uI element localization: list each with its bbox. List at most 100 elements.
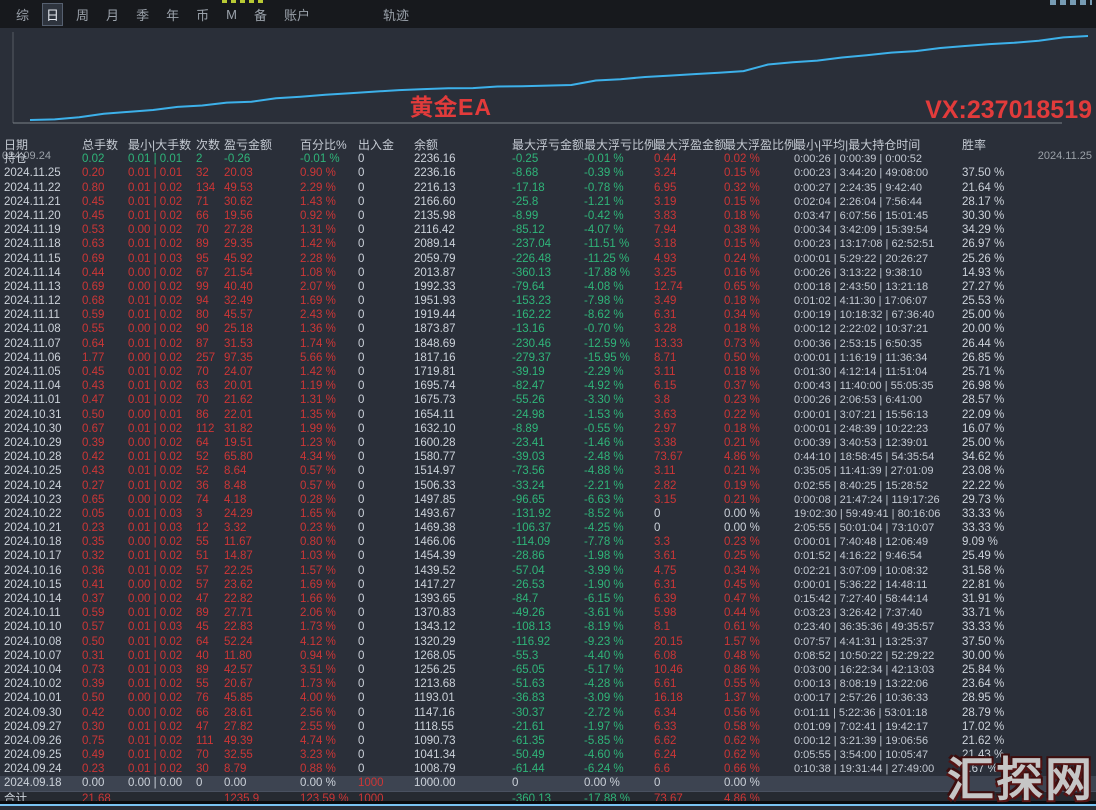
menu-item-summary[interactable]: 综 xyxy=(12,3,33,26)
menu-item-m-mode[interactable]: M xyxy=(222,5,241,24)
cell-holding-time: 0:01:52 | 4:16:22 | 9:46:54 xyxy=(794,549,962,563)
menu-item-monthly[interactable]: 月 xyxy=(102,3,123,26)
table-row[interactable]: 2024.11.110.590.01 | 0.028045.572.43 %01… xyxy=(0,308,1096,322)
cell-max-float-loss-pct: -2.72 % xyxy=(584,706,654,720)
clipped-text-artifact-top-right xyxy=(1050,0,1092,5)
cell-balance: 2216.13 xyxy=(414,181,512,195)
table-row[interactable]: 2024.10.290.390.00 | 0.026419.511.23 %01… xyxy=(0,436,1096,450)
table-row[interactable]: 2024.09.270.300.01 | 0.024727.822.55 %01… xyxy=(0,720,1096,734)
table-row[interactable]: 2024.10.020.390.01 | 0.025520.671.73 %01… xyxy=(0,677,1096,691)
cell-min-max-lots: 0.00 | 0.02 xyxy=(128,691,196,705)
cell-count: 67 xyxy=(196,266,224,280)
table-row[interactable]: 2024.10.210.230.01 | 0.03123.320.23 %014… xyxy=(0,521,1096,535)
cell-max-float-loss: -61.44 xyxy=(512,762,584,776)
table-row[interactable]: 2024.10.240.270.01 | 0.02368.480.57 %015… xyxy=(0,479,1096,493)
table-row[interactable]: 2024.10.170.320.01 | 0.025114.871.03 %01… xyxy=(0,549,1096,563)
table-row[interactable]: 2024.11.061.770.00 | 0.0225797.355.66 %0… xyxy=(0,351,1096,365)
cell-total-lots: 0.75 xyxy=(82,734,128,748)
table-row[interactable]: 2024.11.220.800.01 | 0.0213449.532.29 %0… xyxy=(0,181,1096,195)
cell-holding-time: 0:00:01 | 2:48:39 | 10:22:23 xyxy=(794,422,962,436)
cell-max-float-loss: -237.04 xyxy=(512,237,584,251)
col-header-count: 次数 xyxy=(196,138,224,152)
cell-date: 2024.11.20 xyxy=(4,209,82,223)
table-row[interactable]: 2024.11.130.690.00 | 0.029940.402.07 %01… xyxy=(0,280,1096,294)
menu-item-quarterly[interactable]: 季 xyxy=(132,3,153,26)
table-row[interactable]: 2024.09.250.490.01 | 0.027032.553.23 %01… xyxy=(0,748,1096,762)
cell-pnl-percent: 2.29 % xyxy=(300,181,358,195)
menu-item-currency[interactable]: 币 xyxy=(192,3,213,26)
table-row[interactable]: 2024.11.190.530.00 | 0.027027.281.31 %02… xyxy=(0,223,1096,237)
cell-pnl-percent: 1.65 % xyxy=(300,507,358,521)
table-row[interactable]: 2024.11.070.640.01 | 0.028731.531.74 %01… xyxy=(0,337,1096,351)
cell-total-lots: 0.68 xyxy=(82,294,128,308)
cell-min-max-lots: 0.01 | 0.03 xyxy=(128,521,196,535)
table-row[interactable]: 2024.11.140.440.00 | 0.026721.541.08 %02… xyxy=(0,266,1096,280)
cell-max-float-loss: 0 xyxy=(512,776,584,790)
table-row[interactable]: 2024.11.250.200.01 | 0.013220.030.90 %02… xyxy=(0,166,1096,180)
menu-item-trajectory[interactable]: 轨迹 xyxy=(379,3,413,26)
cell-max-float-loss-pct: -4.25 % xyxy=(584,521,654,535)
menu-item-daily[interactable]: 日 xyxy=(42,3,63,26)
cell-total-lots: 0.63 xyxy=(82,237,128,251)
menu-item-note[interactable]: 备 xyxy=(250,3,271,26)
cell-max-float-loss-pct: -1.46 % xyxy=(584,436,654,450)
cell-balance: 1817.16 xyxy=(414,351,512,365)
cell-holding-time: 0:01:02 | 4:11:30 | 17:06:07 xyxy=(794,294,962,308)
table-row[interactable]: 2024.10.280.420.01 | 0.025265.804.34 %01… xyxy=(0,450,1096,464)
cell-holding-time: 0:00:01 | 3:07:21 | 15:56:13 xyxy=(794,408,962,422)
open-position-row[interactable]: 持仓0.020.01 | 0.012-0.26-0.01 %02236.16-0… xyxy=(0,152,1096,166)
table-row[interactable]: 2024.09.180.000.00 | 0.0000.000.00 %1000… xyxy=(0,776,1096,790)
table-row[interactable]: 2024.09.300.420.00 | 0.026628.612.56 %01… xyxy=(0,706,1096,720)
table-row[interactable]: 2024.10.160.360.01 | 0.025722.251.57 %01… xyxy=(0,564,1096,578)
table-row[interactable]: 2024.11.050.450.01 | 0.027024.071.42 %01… xyxy=(0,365,1096,379)
table-row[interactable]: 2024.09.240.230.01 | 0.02308.790.88 %010… xyxy=(0,762,1096,776)
cell-pnl-amount: 4.18 xyxy=(224,493,300,507)
table-row[interactable]: 2024.10.040.730.01 | 0.038942.573.51 %01… xyxy=(0,663,1096,677)
table-row[interactable]: 2024.11.120.680.01 | 0.029432.491.69 %01… xyxy=(0,294,1096,308)
table-row[interactable]: 2024.10.250.430.01 | 0.02528.640.57 %015… xyxy=(0,464,1096,478)
cell-max-float-loss: -8.99 xyxy=(512,209,584,223)
cell-win-rate: 25.71 % xyxy=(962,365,1032,379)
cell-win-rate: 9.09 % xyxy=(962,535,1032,549)
cell-max-float-loss-pct: 0.00 % xyxy=(584,776,654,790)
table-row[interactable]: 2024.11.040.430.01 | 0.026320.011.19 %01… xyxy=(0,379,1096,393)
table-row[interactable]: 2024.10.010.500.00 | 0.027645.854.00 %01… xyxy=(0,691,1096,705)
cell-max-float-profit: 3.11 xyxy=(654,365,724,379)
cell-total-lots: 0.45 xyxy=(82,365,128,379)
table-row[interactable]: 2024.10.180.350.00 | 0.025511.670.80 %01… xyxy=(0,535,1096,549)
cell-count: 90 xyxy=(196,322,224,336)
table-row[interactable]: 2024.10.110.590.01 | 0.028927.712.06 %01… xyxy=(0,606,1096,620)
table-row[interactable]: 2024.10.150.410.00 | 0.025723.621.69 %01… xyxy=(0,578,1096,592)
table-row[interactable]: 2024.10.140.370.00 | 0.024722.821.66 %01… xyxy=(0,592,1096,606)
cell-win-rate: 34.62 % xyxy=(962,450,1032,464)
table-row[interactable]: 2024.10.080.500.01 | 0.026452.244.12 %01… xyxy=(0,635,1096,649)
table-row[interactable]: 2024.10.310.500.00 | 0.018622.011.35 %01… xyxy=(0,408,1096,422)
table-row[interactable]: 2024.10.220.050.01 | 0.03324.291.65 %014… xyxy=(0,507,1096,521)
cell-count: 0 xyxy=(196,776,224,790)
menu-item-yearly[interactable]: 年 xyxy=(162,3,183,26)
menu-item-weekly[interactable]: 周 xyxy=(72,3,93,26)
table-row[interactable]: 2024.09.260.750.01 | 0.0211149.394.74 %0… xyxy=(0,734,1096,748)
table-row[interactable]: 2024.11.200.450.01 | 0.026619.560.92 %02… xyxy=(0,209,1096,223)
table-row[interactable]: 2024.11.210.450.01 | 0.027130.621.43 %02… xyxy=(0,195,1096,209)
table-row[interactable]: 2024.11.080.550.00 | 0.029025.181.36 %01… xyxy=(0,322,1096,336)
cell-date: 2024.11.08 xyxy=(4,322,82,336)
cell-max-float-loss: -230.46 xyxy=(512,337,584,351)
cell-max-float-profit: 0 xyxy=(654,776,724,790)
col-header-cash-flow: 出入金 xyxy=(358,138,414,152)
cell-holding-time: 0:02:55 | 8:40:25 | 15:28:52 xyxy=(794,479,962,493)
cell-max-float-profit-pct: 1.37 % xyxy=(724,691,794,705)
cell-min-max-lots: 0.01 | 0.02 xyxy=(128,393,196,407)
table-row[interactable]: 2024.10.230.650.00 | 0.02744.180.28 %014… xyxy=(0,493,1096,507)
cell-win-rate: 29.73 % xyxy=(962,493,1032,507)
menu-item-account[interactable]: 账户 xyxy=(280,3,314,26)
table-row[interactable]: 2024.10.300.670.01 | 0.0211231.821.99 %0… xyxy=(0,422,1096,436)
table-row[interactable]: 2024.10.070.310.01 | 0.024011.800.94 %01… xyxy=(0,649,1096,663)
cell-cash-flow: 0 xyxy=(358,223,414,237)
table-row[interactable]: 2024.11.180.630.01 | 0.028929.351.42 %02… xyxy=(0,237,1096,251)
cell-date: 2024.10.18 xyxy=(4,535,82,549)
table-row[interactable]: 2024.11.150.690.01 | 0.039545.922.28 %02… xyxy=(0,252,1096,266)
table-row[interactable]: 2024.10.100.570.01 | 0.034522.831.73 %01… xyxy=(0,620,1096,634)
table-row[interactable]: 2024.11.010.470.01 | 0.027021.621.31 %01… xyxy=(0,393,1096,407)
cell-max-float-profit-pct: 0.23 % xyxy=(724,393,794,407)
